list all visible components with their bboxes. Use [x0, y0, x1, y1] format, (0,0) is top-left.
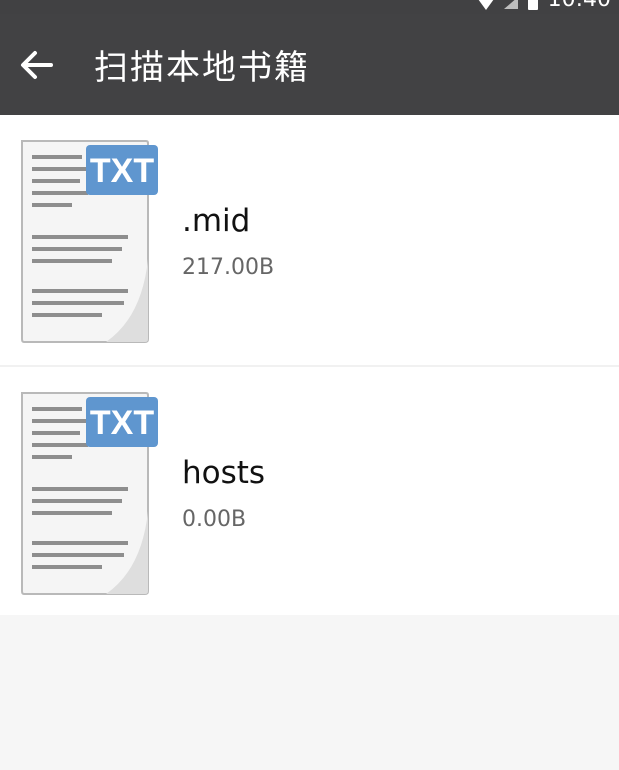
signal-icon: [503, 0, 518, 9]
file-row[interactable]: TXT hosts 0.00B: [0, 365, 619, 615]
file-badge: TXT: [90, 152, 154, 190]
txt-file-icon: TXT: [21, 140, 158, 343]
txt-file-icon: TXT: [21, 392, 158, 595]
file-list: TXT .mid 217.00B TXT hosts 0.00B: [0, 115, 619, 615]
status-time: 10:40: [548, 0, 611, 11]
status-bar: 10:40: [0, 0, 619, 14]
file-size: 217.00B: [182, 255, 275, 280]
arrow-left-icon: [21, 50, 53, 79]
page-title: 扫描本地书籍: [94, 48, 310, 88]
file-name: hosts: [182, 455, 266, 491]
file-name: .mid: [182, 203, 251, 239]
toolbar: 扫描本地书籍: [0, 14, 619, 115]
back-button[interactable]: [18, 47, 54, 83]
wifi-icon: [477, 0, 494, 10]
file-row[interactable]: TXT .mid 217.00B: [0, 115, 619, 365]
battery-icon: [527, 0, 538, 10]
status-icons: 10:40: [477, 0, 611, 12]
file-size: 0.00B: [182, 507, 247, 532]
file-badge: TXT: [90, 404, 154, 442]
